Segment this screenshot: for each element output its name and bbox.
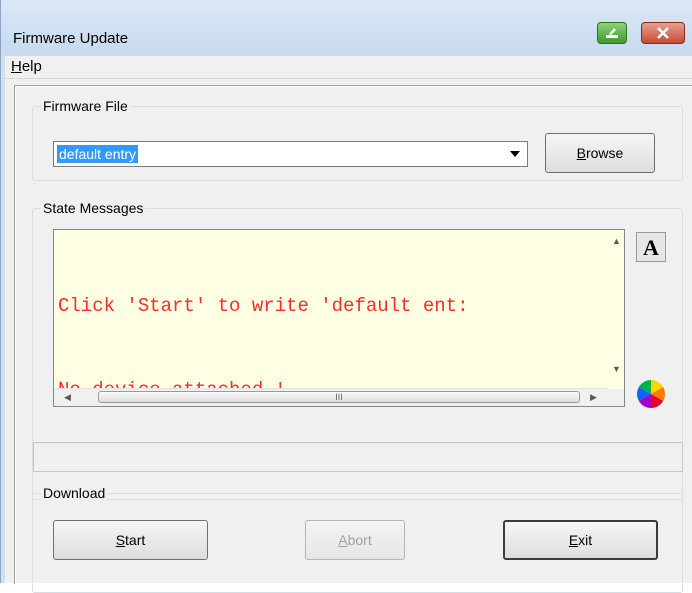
font-icon: A: [636, 232, 666, 262]
scroll-right-icon[interactable]: ▶: [590, 392, 597, 403]
start-button[interactable]: Start: [53, 520, 208, 560]
horizontal-scroll-thumb[interactable]: III: [98, 391, 580, 403]
content-panel: Firmware File default entry Browse State…: [14, 85, 692, 593]
exit-button[interactable]: Exit: [503, 520, 658, 560]
menu-help[interactable]: Help: [11, 58, 42, 75]
vertical-scrollbar[interactable]: ▲ ▼: [607, 230, 624, 389]
font-button[interactable]: A: [636, 232, 666, 262]
message-lines: Click 'Start' to write 'default ent: No …: [58, 236, 578, 406]
message-line: Click 'Start' to write 'default ent:: [58, 295, 469, 317]
abort-button[interactable]: Abort: [305, 520, 405, 560]
restore-icon: [606, 28, 618, 38]
progress-bar: [33, 442, 683, 472]
color-wheel-icon: [637, 380, 665, 408]
state-messages-log[interactable]: Click 'Start' to write 'default ent: No …: [53, 229, 625, 407]
download-legend: Download: [41, 485, 108, 501]
color-button[interactable]: [636, 379, 666, 409]
chevron-down-icon: [510, 151, 520, 157]
client-area: Firmware File default entry Browse State…: [5, 79, 692, 593]
browse-button[interactable]: Browse: [545, 133, 655, 173]
abort-label: Abort: [338, 532, 372, 548]
exit-label: Exit: [568, 532, 593, 548]
scroll-left-icon[interactable]: ◀: [64, 392, 71, 403]
start-label: Start: [115, 532, 146, 548]
close-icon: [657, 27, 669, 39]
state-messages-legend: State Messages: [41, 200, 146, 216]
horizontal-scrollbar[interactable]: ◀ III ▶: [54, 388, 608, 406]
scroll-down-icon[interactable]: ▼: [612, 364, 621, 374]
firmware-file-legend: Firmware File: [41, 98, 130, 114]
close-button[interactable]: [641, 22, 685, 44]
firmware-file-value: default entry: [57, 145, 139, 163]
scroll-corner: [607, 389, 624, 406]
firmware-file-combobox[interactable]: default entry: [53, 141, 528, 167]
menu-bar: Help: [5, 56, 692, 79]
title-bar: Firmware Update: [1, 0, 692, 56]
restore-button[interactable]: [597, 22, 627, 44]
svg-text:A: A: [643, 235, 659, 260]
window-title: Firmware Update: [13, 30, 129, 47]
browse-label: Browse: [576, 145, 624, 161]
dropdown-button[interactable]: [504, 143, 526, 165]
firmware-update-window: Firmware Update Help Firmware File defau…: [0, 0, 692, 593]
scroll-up-icon[interactable]: ▲: [612, 236, 621, 246]
